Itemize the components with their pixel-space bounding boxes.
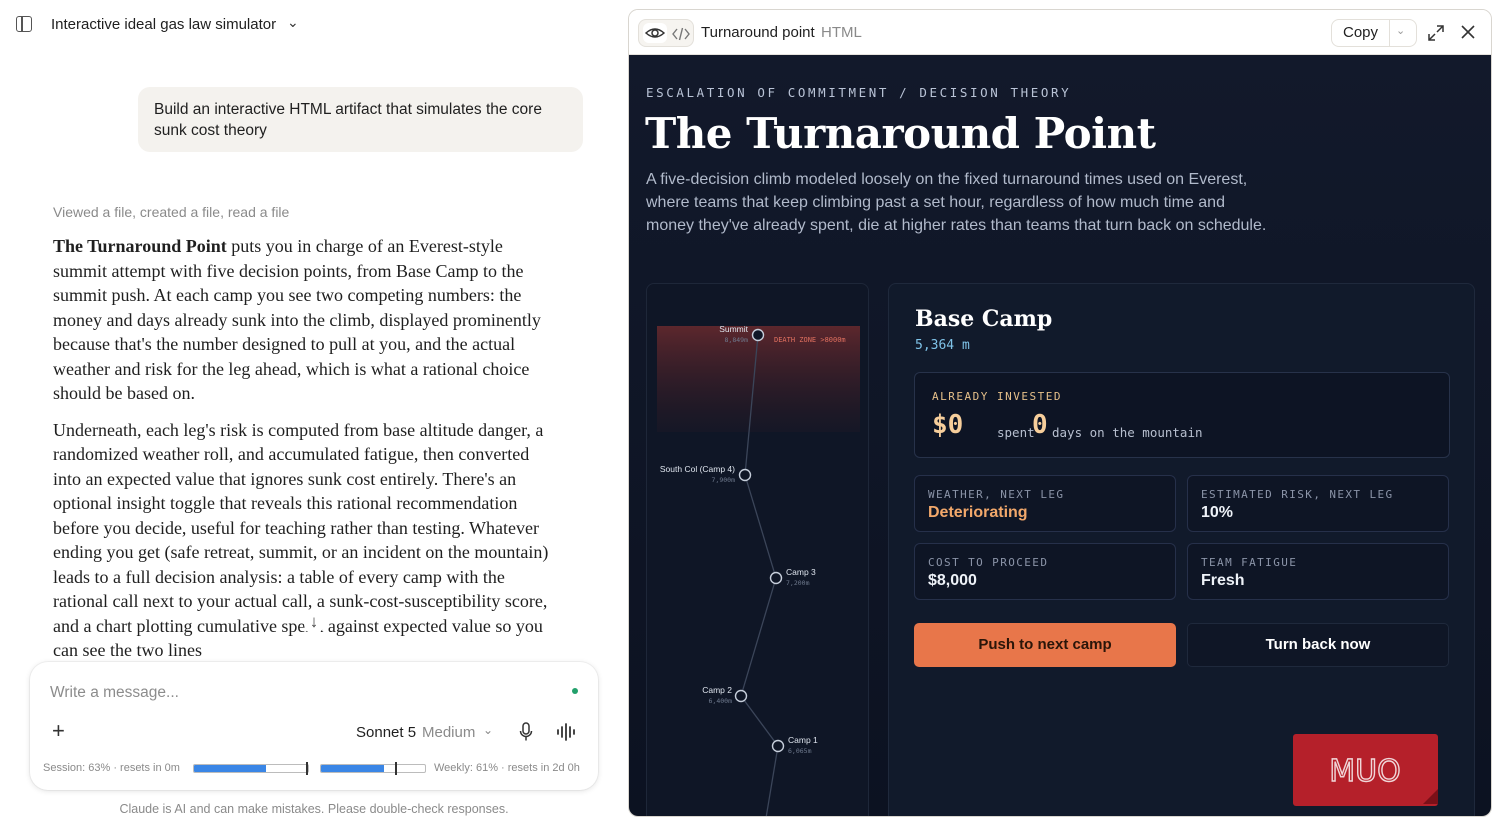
- stat-value: 10%: [1201, 504, 1234, 521]
- muo-watermark-logo: MUO: [1293, 734, 1438, 806]
- camp-altitude: 5,364 m: [915, 338, 970, 353]
- push-to-next-camp-button[interactable]: Push to next camp: [914, 623, 1176, 667]
- invested-money-unit: spent: [997, 425, 1035, 440]
- stat-label: TEAM FATIGUE: [1201, 556, 1298, 569]
- artifact-type: HTML: [821, 24, 862, 41]
- view-toggle: [638, 19, 694, 47]
- stat-weather: WEATHER, NEXT LEG Deteriorating: [914, 475, 1176, 532]
- camp-label-summit: Summit: [719, 324, 748, 334]
- copy-group: Copy ⌄: [1331, 19, 1417, 47]
- session-usage-bar: [193, 764, 309, 773]
- camp-label-camp-2: Camp 2: [702, 685, 732, 695]
- chat-topbar: Interactive ideal gas law simulator ⌄: [0, 0, 622, 50]
- weekly-usage-bar: [320, 764, 426, 773]
- tool-activity-summary[interactable]: Viewed a file, created a file, read a fi…: [53, 204, 289, 220]
- already-invested-card: ALREADY INVESTED $0 spent 0 days on the …: [914, 372, 1450, 458]
- invested-label: ALREADY INVESTED: [932, 390, 1062, 403]
- reply-paragraph-1: The Turnaround Point puts you in charge …: [53, 234, 558, 406]
- chevron-down-icon[interactable]: ⌄: [483, 723, 493, 737]
- camp-alt-south-col: 7,900m: [712, 476, 736, 484]
- camp-alt-camp-3: 7,200m: [786, 579, 810, 587]
- invested-days-unit: days on the mountain: [1052, 425, 1203, 440]
- chevron-down-icon[interactable]: ⌄: [287, 14, 299, 31]
- voice-waveform-icon[interactable]: [556, 723, 578, 741]
- turn-back-button[interactable]: Turn back now: [1187, 623, 1449, 667]
- camp-name: Base Camp: [915, 306, 1053, 332]
- stat-label: WEATHER, NEXT LEG: [928, 488, 1065, 501]
- intro-text: A five-decision climb modeled loosely on…: [646, 171, 1267, 234]
- close-icon[interactable]: [1459, 23, 1477, 41]
- sidebar-toggle-icon[interactable]: [16, 16, 32, 32]
- reply-paragraph-1-text: puts you in charge of an Everest-style s…: [53, 236, 541, 403]
- death-zone-label: DEATH ZONE >8000m: [774, 336, 846, 344]
- user-message: Build an interactive HTML artifact that …: [138, 87, 583, 152]
- page-title: The Turnaround Point: [645, 109, 1156, 158]
- copy-button[interactable]: Copy: [1332, 20, 1390, 46]
- artifact-panel: Turnaround point HTML Copy ⌄ ESCALATION …: [628, 9, 1492, 817]
- arrow-down-icon[interactable]: ↓: [304, 612, 324, 634]
- camp-node-camp-3[interactable]: [769, 571, 783, 585]
- chat-title[interactable]: Interactive ideal gas law simulator: [51, 16, 276, 33]
- plus-icon[interactable]: +: [52, 720, 65, 742]
- microphone-icon[interactable]: [518, 722, 534, 742]
- weekly-usage-text: Weekly: 61% · resets in 2d 0h: [434, 762, 580, 774]
- weekly-usage-fill: [321, 765, 385, 772]
- stat-value: $8,000: [928, 572, 977, 589]
- status-dot: [572, 688, 578, 694]
- disclaimer: Claude is AI and can make mistakes. Plea…: [119, 802, 509, 816]
- chevron-down-icon[interactable]: ⌄: [1396, 24, 1405, 37]
- camp-label-camp-3: Camp 3: [786, 567, 816, 577]
- camp-label-camp-1: Camp 1: [788, 735, 818, 745]
- message-input[interactable]: Write a message...: [50, 684, 179, 702]
- code-icon[interactable]: [671, 24, 691, 44]
- reply-artifact-name: The Turnaround Point: [53, 236, 227, 256]
- assistant-reply: The Turnaround Point puts you in charge …: [53, 234, 558, 675]
- stat-value: Deteriorating: [928, 504, 1028, 521]
- session-usage-text: Session: 63% · resets in 0m: [43, 762, 180, 774]
- route-map-svg: DEATH ZONE >8000m Summit 8,849m South Co…: [657, 324, 860, 816]
- camp-label-south-col: South Col (Camp 4): [660, 464, 735, 474]
- weekly-usage-marker: [395, 762, 397, 775]
- model-selector-effort[interactable]: Medium: [422, 724, 475, 741]
- stat-cost: COST TO PROCEED $8,000: [914, 543, 1176, 600]
- stat-label: COST TO PROCEED: [928, 556, 1049, 569]
- eyebrow-label: ESCALATION OF COMMITMENT / DECISION THEO…: [646, 85, 1072, 100]
- artifact-content: ESCALATION OF COMMITMENT / DECISION THEO…: [629, 55, 1491, 816]
- usage-row: Session: 63% · resets in 0m Weekly: 61% …: [43, 762, 588, 776]
- session-usage-marker: [306, 762, 308, 775]
- camp-node-camp-1[interactable]: [771, 739, 785, 753]
- stat-value: Fresh: [1201, 572, 1245, 589]
- camp-alt-camp-1: 6,065m: [788, 747, 812, 755]
- camp-alt-camp-2: 6,400m: [709, 697, 733, 705]
- eye-icon[interactable]: [643, 23, 667, 43]
- session-usage-fill: [194, 765, 266, 772]
- camp-node-summit[interactable]: [751, 328, 765, 342]
- invested-money: $0: [932, 410, 964, 440]
- camp-node-camp-2[interactable]: [734, 689, 748, 703]
- route-map: DEATH ZONE >8000m Summit 8,849m South Co…: [646, 283, 869, 816]
- stat-risk: ESTIMATED RISK, NEXT LEG 10%: [1187, 475, 1449, 532]
- expand-icon[interactable]: [1427, 24, 1445, 42]
- invested-days: 0: [1032, 410, 1048, 440]
- stat-fatigue: TEAM FATIGUE Fresh: [1187, 543, 1449, 600]
- stat-label: ESTIMATED RISK, NEXT LEG: [1201, 488, 1394, 501]
- model-selector-name[interactable]: Sonnet 5: [356, 724, 416, 741]
- artifact-title: Turnaround point: [701, 24, 815, 41]
- camp-node-south-col[interactable]: [738, 468, 752, 482]
- watermark-text: MUO: [1329, 754, 1400, 789]
- artifact-header: Turnaround point HTML Copy ⌄: [629, 10, 1491, 55]
- chat-pane: Interactive ideal gas law simulator ⌄ Bu…: [0, 0, 622, 825]
- camp-alt-summit: 8,849m: [725, 336, 749, 344]
- message-composer: Write a message... + Sonnet 5 Medium ⌄ S…: [30, 662, 598, 790]
